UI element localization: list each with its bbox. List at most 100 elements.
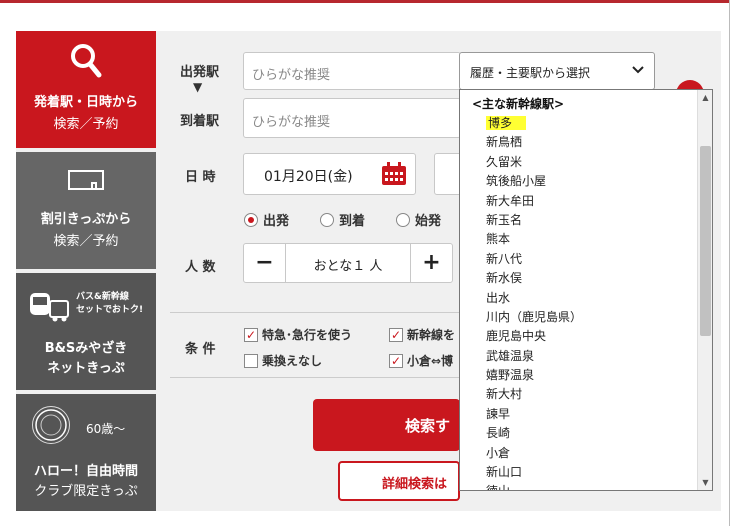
decrement-button[interactable]: − — [244, 244, 286, 282]
checkmark-icon: ✓ — [389, 353, 403, 368]
dropdown-scrollbar[interactable]: ▲ ▼ — [697, 90, 712, 490]
sidebar-tab-sublabel: クラブ限定きっぷ — [34, 484, 138, 499]
dropdown-option[interactable]: 川内（鹿児島県） — [460, 308, 698, 327]
dropdown-option[interactable]: 新八代 — [460, 250, 698, 269]
bus-train-icon — [28, 289, 72, 327]
history-station-select[interactable]: 履歴・主要駅から選択 — [459, 52, 655, 90]
checkbox-empty — [244, 353, 258, 368]
checkbox-kokura-hakata[interactable]: ✓ 小倉⇔博 — [389, 352, 453, 369]
checkmark-icon: ✓ — [389, 327, 403, 342]
sidebar-tab-label: 発着駅・日時から — [33, 95, 138, 110]
checkbox-label: 新幹線を — [407, 328, 456, 342]
promo-line-2: セットでおトク! — [76, 305, 144, 315]
dropdown-option-label: 新山口 — [486, 465, 523, 480]
departure-label: 出発駅 — [180, 65, 220, 80]
station-dropdown-list[interactable]: <主な新幹線駅> 博多新鳥栖久留米筑後船小屋新大牟田新玉名熊本新八代新水俣出水川… — [459, 89, 713, 491]
dropdown-group-label: <主な新幹線駅> — [472, 97, 565, 111]
dropdown-option[interactable]: 鹿児島中央 — [460, 327, 698, 346]
date-picker[interactable]: 01月20日(金) — [243, 153, 416, 195]
dropdown-option[interactable]: 嬉野温泉 — [460, 366, 698, 385]
chevron-down-icon — [632, 63, 644, 77]
dropdown-option[interactable]: 新大村 — [460, 385, 698, 404]
date-value: 01月20日(金) — [264, 169, 353, 185]
dropdown-option[interactable]: 筑後船小屋 — [460, 172, 698, 191]
dropdown-option-label: 出水 — [486, 290, 511, 305]
dropdown-option-label: 小倉 — [486, 445, 511, 460]
dropdown-option[interactable]: 久留米 — [460, 153, 698, 172]
checkbox-express[interactable]: ✓ 特急･急行を使う — [244, 326, 352, 343]
bus-set-promo: バス&新幹線 セットでおトク! — [76, 291, 143, 317]
dropdown-option-label: 徳山 — [486, 484, 510, 490]
dropdown-option-label: 諫早 — [486, 406, 511, 421]
sidebar-tab-sublabel: 検索／予約 — [53, 117, 119, 132]
radio-first-train[interactable]: 始発 — [396, 210, 441, 229]
dropdown-option-label: 川内（鹿児島県） — [486, 309, 583, 324]
dropdown-option[interactable]: 長崎 — [460, 424, 698, 443]
dropdown-option[interactable]: 徳山 — [460, 482, 698, 490]
sidebar-tab-station-search[interactable]: 発着駅・日時から 検索／予約 — [16, 31, 156, 148]
radio-departure[interactable]: 出発 — [244, 210, 289, 229]
sidebar-tab-label: B&Sみやざき — [44, 341, 128, 356]
radio-label: 出発 — [263, 214, 290, 229]
arrival-label: 到着駅 — [180, 114, 220, 129]
arrival-station-input[interactable]: ひらがな推奨 — [243, 98, 461, 138]
dropdown-option-label: 熊本 — [486, 232, 511, 247]
dropdown-option-label: 博多 — [486, 116, 527, 130]
sidebar-tab-label: ハロー！自由時間 — [33, 464, 138, 479]
search-button[interactable]: 検索す — [313, 399, 460, 451]
detail-search-button[interactable]: 詳細検索は — [338, 461, 460, 501]
dropdown-option-label: 長崎 — [486, 426, 511, 441]
checkbox-shinkansen[interactable]: ✓ 新幹線を — [389, 326, 455, 343]
scroll-down-icon[interactable]: ▼ — [698, 478, 712, 487]
checkbox-label: 乗換えなし — [262, 354, 323, 368]
dropdown-option-label: 新八代 — [486, 251, 523, 266]
hello-club-logo-icon — [32, 406, 70, 444]
dropdown-option[interactable]: 新玉名 — [460, 211, 698, 230]
checkbox-label: 小倉⇔博 — [407, 354, 454, 368]
dropdown-option[interactable]: 熊本 — [460, 230, 698, 249]
dropdown-option[interactable]: 新大牟田 — [460, 192, 698, 211]
history-select-value: 履歴・主要駅から選択 — [470, 66, 591, 80]
increment-button[interactable]: + — [410, 244, 452, 282]
people-value: おとな１ 人 — [313, 259, 383, 274]
age-label: 60歳〜 — [86, 422, 126, 436]
sidebar-tab-discount[interactable]: 割引きっぷから 検索／予約 — [16, 152, 156, 269]
datetime-label: 日 時 — [185, 170, 216, 185]
dropdown-option-label: 新水俣 — [486, 271, 523, 286]
page-scroll-edge — [729, 0, 737, 526]
dropdown-option-label: 久留米 — [486, 154, 523, 169]
search-icon — [70, 43, 102, 83]
sidebar-tab-hello-club[interactable]: 60歳〜 ハロー！自由時間 クラブ限定きっぷ — [16, 394, 156, 511]
dropdown-options: 博多新鳥栖久留米筑後船小屋新大牟田新玉名熊本新八代新水俣出水川内（鹿児島県） 鹿児… — [460, 114, 698, 490]
dropdown-option[interactable]: 出水 — [460, 289, 698, 308]
sidebar-tab-sublabel: ネットきっぷ — [47, 361, 125, 376]
dropdown-option[interactable]: 新水俣 — [460, 269, 698, 288]
dropdown-option[interactable]: 博多 — [460, 114, 698, 133]
departure-placeholder: ひらがな推奨 — [252, 68, 331, 83]
conditions-label: 条 件 — [185, 342, 216, 357]
sidebar-tab-bus-set[interactable]: バス&新幹線 セットでおトク! B&Sみやざき ネットきっぷ — [16, 273, 156, 390]
radio-arrival[interactable]: 到着 — [320, 210, 365, 229]
radio-label: 到着 — [339, 214, 366, 229]
dropdown-option[interactable]: 武雄温泉 — [460, 347, 698, 366]
calendar-icon[interactable] — [381, 162, 407, 190]
dropdown-option[interactable]: 諫早 — [460, 405, 698, 424]
dropdown-option-label: 新大牟田 — [486, 193, 535, 208]
checkbox-no-transfer[interactable]: 乗換えなし — [244, 352, 322, 369]
arrow-down-icon: ▼ — [193, 80, 203, 94]
divider — [170, 312, 460, 313]
dropdown-option[interactable]: 新鳥栖 — [460, 133, 698, 152]
people-label: 人 数 — [185, 260, 216, 275]
departure-station-input[interactable]: ひらがな推奨 — [243, 52, 461, 90]
scroll-thumb[interactable] — [700, 146, 711, 336]
dropdown-option-label: 武雄温泉 — [486, 348, 535, 363]
radio-dot — [320, 212, 334, 227]
radio-label: 始発 — [415, 214, 442, 229]
top-accent-line — [0, 0, 737, 3]
dropdown-option[interactable]: 新山口 — [460, 463, 698, 482]
dropdown-option[interactable]: 小倉 — [460, 444, 698, 463]
dropdown-option-label: 新鳥栖 — [486, 135, 523, 150]
scroll-up-icon[interactable]: ▲ — [698, 93, 712, 102]
sidebar-tab-label: 割引きっぷから — [40, 212, 132, 227]
arrival-placeholder: ひらがな推奨 — [252, 115, 331, 130]
